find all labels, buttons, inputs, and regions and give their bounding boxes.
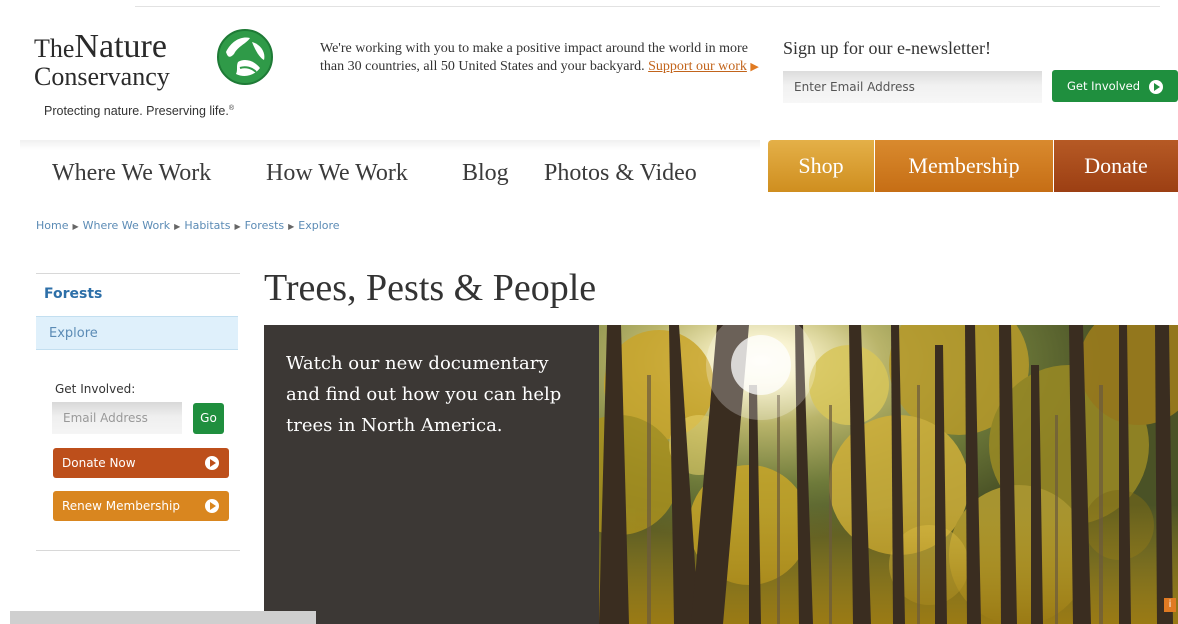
donate-now-label: Donate Now: [62, 456, 136, 470]
sidebar-item-explore[interactable]: Explore: [36, 316, 238, 350]
forest-photo-image: [599, 325, 1178, 624]
newsletter-email-input[interactable]: [783, 71, 1042, 103]
tab-membership[interactable]: Membership: [875, 140, 1053, 192]
play-arrow-icon: [205, 499, 219, 513]
renew-membership-button[interactable]: Renew Membership: [53, 491, 229, 521]
bottom-scroll-bar: [10, 611, 316, 624]
logo-conservancy: Conservancy: [34, 62, 170, 91]
logo[interactable]: TheNature Conservancy Protecting nature.…: [34, 26, 274, 126]
renew-membership-label: Renew Membership: [62, 499, 180, 513]
sidebar-divider: [36, 550, 240, 551]
breadcrumb-where-we-work[interactable]: Where We Work: [83, 219, 171, 232]
support-our-work-link[interactable]: Support our work: [648, 59, 747, 74]
breadcrumb-home[interactable]: Home: [36, 219, 68, 232]
breadcrumb-separator-icon: ▶: [234, 222, 241, 231]
get-involved-button[interactable]: Get Involved: [1052, 70, 1178, 102]
page-title: Trees, Pests & People: [264, 267, 597, 309]
intro-text: We're working with you to make a positiv…: [320, 40, 760, 76]
nav-where-we-work[interactable]: Where We Work: [52, 160, 211, 187]
breadcrumb-habitats[interactable]: Habitats: [184, 219, 230, 232]
newsletter-title: Sign up for our e-newsletter!: [783, 38, 991, 58]
breadcrumb-separator-icon: ▶: [288, 222, 295, 231]
logo-tagline: Protecting nature. Preserving life.®: [44, 104, 234, 118]
sidebar-email-input[interactable]: [52, 402, 182, 434]
tab-donate[interactable]: Donate: [1054, 140, 1178, 192]
breadcrumb-separator-icon: ▶: [72, 222, 79, 231]
get-involved-label: Get Involved: [1067, 79, 1141, 93]
info-icon[interactable]: i: [1164, 598, 1176, 612]
nav-shadow: [20, 140, 760, 150]
breadcrumb: Home ▶ Where We Work ▶ Habitats ▶ Forests ▶ Expl…: [36, 219, 340, 232]
nav-photos-video[interactable]: Photos & Video: [544, 160, 697, 187]
play-arrow-icon: [205, 456, 219, 470]
logo-the: The: [34, 34, 75, 63]
top-divider: [135, 6, 1160, 7]
sidebar-divider: [36, 273, 240, 274]
breadcrumb-forests[interactable]: Forests: [245, 219, 285, 232]
breadcrumb-explore[interactable]: Explore: [298, 219, 339, 232]
get-involved-label: Get Involved:: [55, 382, 136, 396]
sidebar-heading-forests[interactable]: Forests: [44, 286, 102, 302]
play-arrow-icon: [1149, 79, 1164, 94]
globe-leaf-icon: [217, 29, 273, 85]
forest-photo: [599, 325, 1178, 624]
nav-blog[interactable]: Blog: [462, 160, 509, 187]
hero-text: Watch our new documentary and find out h…: [286, 353, 562, 436]
arrow-right-icon: ▶: [750, 61, 759, 73]
tab-shop[interactable]: Shop: [768, 140, 874, 192]
donate-now-button[interactable]: Donate Now: [53, 448, 229, 478]
logo-nature: Nature: [74, 28, 167, 65]
breadcrumb-separator-icon: ▶: [174, 222, 181, 231]
nav-how-we-work[interactable]: How We Work: [266, 160, 408, 187]
go-button[interactable]: Go: [193, 403, 224, 434]
